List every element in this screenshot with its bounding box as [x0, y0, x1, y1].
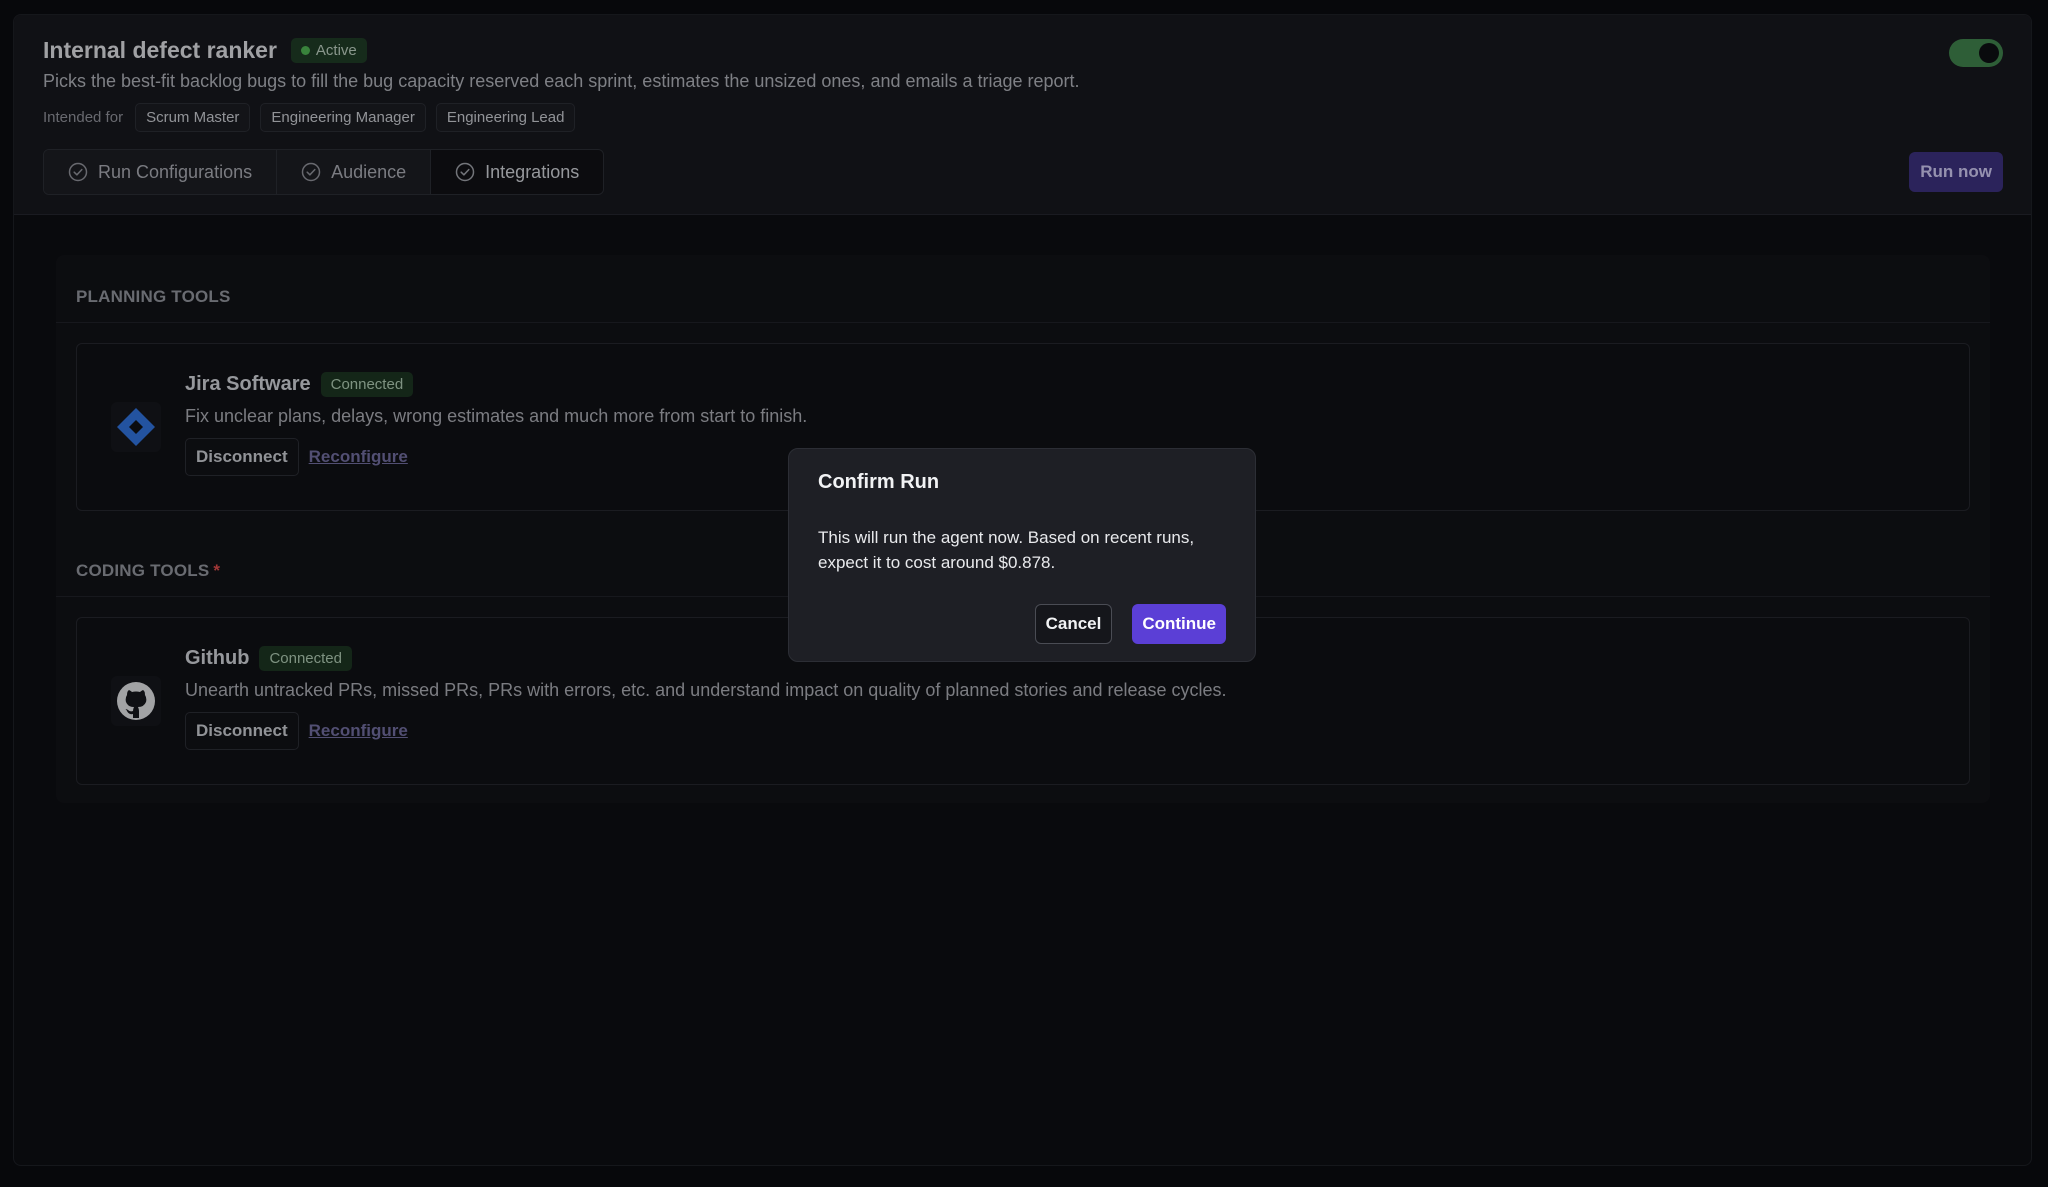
continue-button[interactable]: Continue: [1132, 604, 1226, 644]
cancel-button[interactable]: Cancel: [1034, 604, 1113, 644]
modal-title: Confirm Run: [818, 471, 940, 493]
modal-body: This will run the agent now. Based on re…: [818, 528, 1195, 572]
modal-actions: Cancel Continue: [1034, 604, 1226, 644]
confirm-run-modal: Confirm Run This will run the agent now.…: [788, 448, 1256, 662]
